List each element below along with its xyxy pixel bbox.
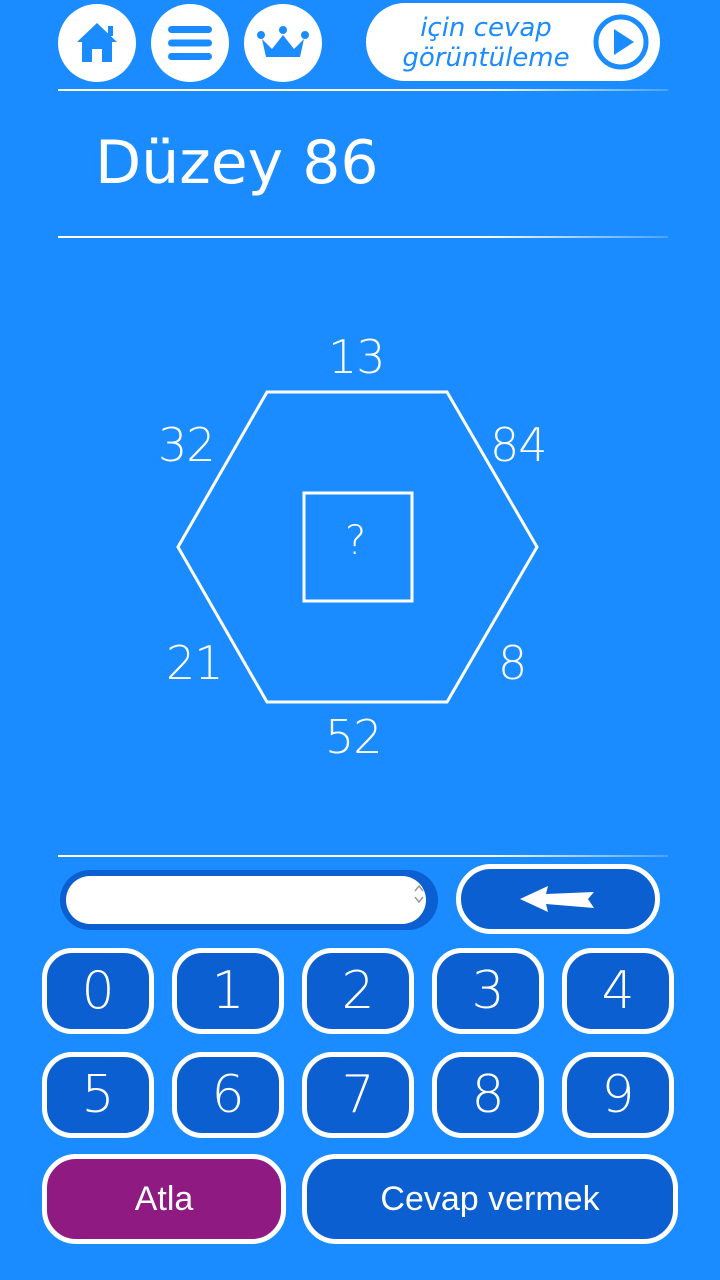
key-3[interactable]: 3: [432, 948, 544, 1034]
puzzle-unknown: ?: [345, 518, 366, 564]
hint-label: için cevap görüntüleme: [386, 13, 586, 73]
puzzle-number-lower-right: 8: [498, 636, 527, 690]
menu-icon: [168, 26, 212, 60]
key-1[interactable]: 1: [172, 948, 284, 1034]
key-6[interactable]: 6: [172, 1052, 284, 1138]
back-arrow-icon: [520, 886, 594, 912]
key-2[interactable]: 2: [302, 948, 414, 1034]
answer-input[interactable]: [66, 876, 426, 924]
number-spinner-icon[interactable]: [412, 882, 426, 906]
puzzle-number-upper-right: 84: [490, 418, 548, 472]
puzzle-number-lower-left: 21: [166, 636, 224, 690]
puzzle-number-upper-left: 32: [158, 418, 216, 472]
header-divider: [58, 89, 668, 91]
key-7[interactable]: 7: [302, 1052, 414, 1138]
key-9[interactable]: 9: [562, 1052, 674, 1138]
puzzle-number-top: 13: [328, 330, 386, 384]
menu-button[interactable]: [151, 4, 229, 82]
skip-button[interactable]: Atla: [42, 1154, 286, 1244]
key-8[interactable]: 8: [432, 1052, 544, 1138]
crown-icon: [257, 26, 309, 57]
hint-label-line2: görüntüleme: [402, 43, 570, 73]
hexagon-puzzle: 13 32 84 21 8 52 ?: [0, 300, 720, 780]
answer-field: [60, 870, 438, 930]
puzzle-number-bottom: 52: [325, 710, 383, 764]
title-divider: [58, 236, 668, 238]
key-0[interactable]: 0: [42, 948, 154, 1034]
backspace-button[interactable]: [456, 864, 660, 934]
play-icon: [593, 14, 649, 70]
home-button[interactable]: [58, 4, 136, 82]
keypad-divider: [58, 855, 668, 857]
hint-label-line1: için cevap: [420, 13, 552, 43]
show-answer-button[interactable]: için cevap görüntüleme: [366, 3, 660, 81]
submit-answer-button[interactable]: Cevap vermek: [302, 1154, 678, 1244]
key-5[interactable]: 5: [42, 1052, 154, 1138]
leaderboard-button[interactable]: [244, 4, 322, 82]
key-4[interactable]: 4: [562, 948, 674, 1034]
home-icon: [77, 23, 117, 62]
level-title: Düzey 86: [95, 128, 379, 198]
